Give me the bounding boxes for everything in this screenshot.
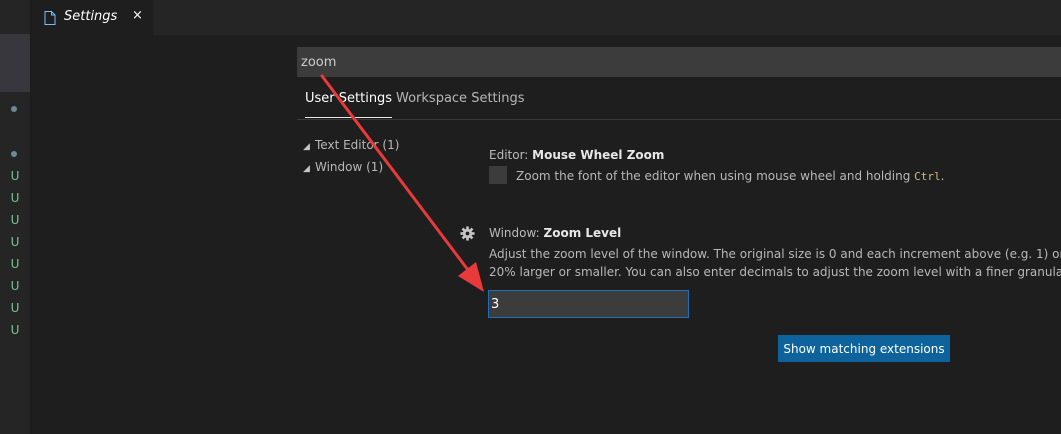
- mouse-wheel-zoom-checkbox[interactable]: [489, 166, 507, 184]
- gear-icon[interactable]: [460, 226, 475, 245]
- setting-name: Zoom Level: [543, 226, 622, 240]
- tab-settings[interactable]: Settings ×: [31, 0, 153, 35]
- zoom-level-input[interactable]: [488, 290, 689, 318]
- untracked-marker: U: [10, 169, 20, 183]
- setting-description: Zoom the font of the editor when using m…: [516, 169, 944, 183]
- tab-label: Settings: [64, 9, 118, 24]
- setting-description-line-1: Adjust the zoom level of the window. The…: [489, 247, 1061, 261]
- desc-text: Zoom the font of the editor when using m…: [516, 169, 915, 183]
- strip-highlight: [0, 34, 30, 92]
- untracked-marker: U: [10, 213, 20, 227]
- setting-title-zoom-level: Window: Zoom Level: [489, 226, 621, 240]
- triangle-down-icon: ◢: [303, 142, 310, 152]
- untracked-marker: U: [10, 235, 20, 249]
- setting-title-mouse-wheel-zoom: Editor: Mouse Wheel Zoom: [489, 148, 664, 162]
- document-icon: [44, 10, 56, 29]
- setting-description-line-2: 20% larger or smaller. You can also ente…: [489, 265, 1061, 279]
- editor-tab-bar: Settings ×: [31, 0, 1061, 35]
- untracked-marker: U: [10, 191, 20, 205]
- desc-text: .: [940, 169, 945, 183]
- setting-category: Editor:: [489, 148, 533, 162]
- setting-name: Mouse Wheel Zoom: [532, 148, 665, 162]
- settings-search-input[interactable]: [297, 47, 1061, 77]
- settings-editor: User Settings Workspace Settings ◢ Text E…: [31, 35, 1061, 434]
- status-dot: [11, 151, 17, 157]
- close-icon[interactable]: ×: [132, 8, 143, 24]
- triangle-down-icon: ◢: [303, 164, 310, 174]
- activity-strip: U U U U U U U U: [0, 0, 30, 434]
- tabs-divider: [297, 119, 1061, 120]
- toc-item-label: Window (1): [315, 160, 384, 174]
- untracked-marker: U: [10, 279, 20, 293]
- toc-item-text-editor[interactable]: ◢ Text Editor (1): [303, 138, 399, 152]
- untracked-marker: U: [10, 301, 20, 315]
- editor-left-pane: [31, 35, 297, 434]
- keybinding-code: Ctrl: [914, 170, 941, 183]
- untracked-marker: U: [10, 257, 20, 271]
- status-dot: [11, 106, 17, 112]
- toc-item-label: Text Editor (1): [315, 138, 400, 152]
- toc-item-window[interactable]: ◢ Window (1): [303, 160, 383, 174]
- tab-user-settings[interactable]: User Settings: [305, 91, 393, 118]
- untracked-marker: U: [10, 323, 20, 337]
- tab-workspace-settings[interactable]: Workspace Settings: [396, 91, 525, 113]
- setting-category: Window:: [489, 226, 544, 240]
- show-matching-extensions-button[interactable]: Show matching extensions: [778, 335, 950, 362]
